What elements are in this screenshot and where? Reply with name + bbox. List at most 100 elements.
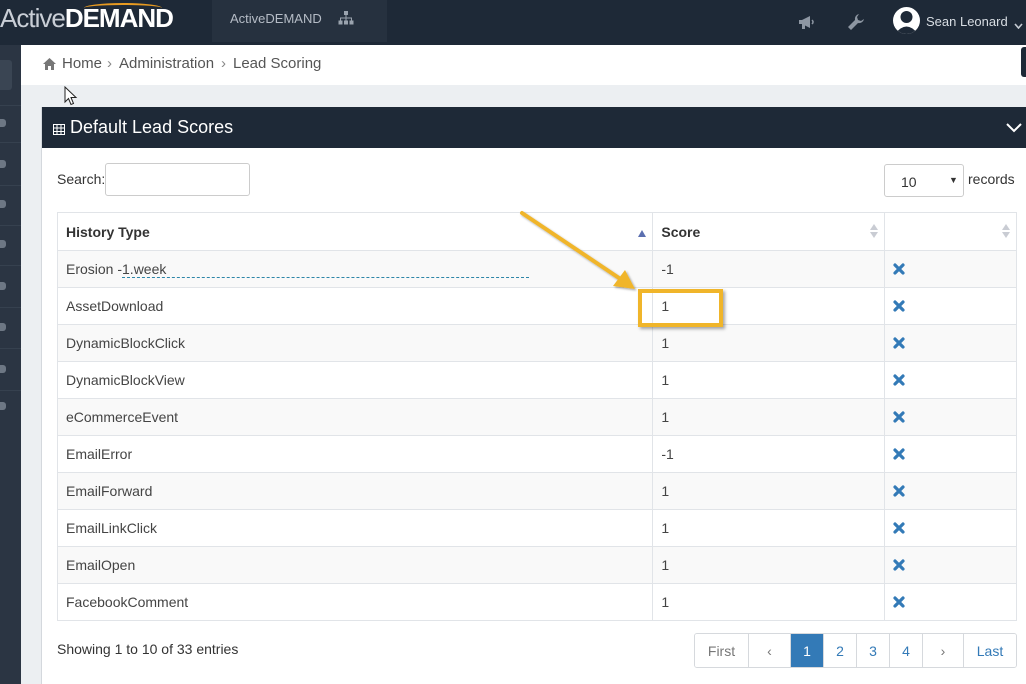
history-type-cell[interactable]: FacebookComment	[56, 583, 654, 621]
search-input[interactable]	[105, 163, 250, 196]
sidebar-item-forms-icon[interactable]	[0, 282, 6, 290]
history-type-text: AssetDownload	[66, 298, 164, 314]
score-cell[interactable]: -1	[652, 250, 886, 288]
breadcrumb-administration[interactable]: Administration	[119, 55, 214, 72]
history-type-cell[interactable]: EmailError	[56, 435, 654, 473]
pagination-page[interactable]: 3	[857, 634, 890, 667]
history-type-cell[interactable]: EmailLinkClick	[56, 509, 654, 547]
logo-swoosh	[84, 3, 162, 13]
sidebar-item-content-icon[interactable]	[0, 240, 6, 248]
delete-x-icon[interactable]	[893, 448, 1016, 460]
delete-cell	[884, 546, 1017, 584]
score-cell[interactable]: 1	[652, 361, 886, 399]
delete-cell	[884, 435, 1017, 473]
sidebar-item-social-icon[interactable]	[0, 323, 6, 331]
delete-cell	[884, 509, 1017, 547]
sidebar	[0, 45, 21, 684]
menu-toggle-icon[interactable]	[0, 60, 12, 90]
delete-x-icon[interactable]	[893, 559, 1016, 571]
score-text: -1	[661, 261, 674, 277]
wrench-icon[interactable]	[847, 13, 865, 34]
sidebar-divider	[0, 105, 21, 106]
table-info: Showing 1 to 10 of 33 entries	[57, 641, 239, 657]
table-row: EmailError -1	[56, 435, 1017, 473]
records-per-page-select[interactable]: 10 ▼	[884, 164, 964, 197]
score-text: 1	[661, 335, 670, 351]
history-type-text: DynamicBlockClick	[66, 335, 186, 351]
home-icon[interactable]	[43, 57, 56, 73]
chevron-down-icon[interactable]	[1006, 120, 1022, 136]
table-row: EmailOpen 1	[56, 546, 1017, 584]
sidebar-item-dashboard-icon[interactable]	[0, 119, 6, 127]
score-cell[interactable]: 1	[652, 583, 886, 621]
right-edge-tab[interactable]	[1021, 47, 1026, 77]
pagination-next[interactable]: ›	[923, 634, 964, 667]
breadcrumb-home[interactable]: Home	[62, 55, 102, 72]
megaphone-icon[interactable]	[797, 13, 817, 34]
history-type-text: EmailOpen	[66, 557, 136, 573]
score-cell[interactable]: 1	[652, 398, 886, 436]
score-text: -1	[661, 446, 674, 462]
delete-cell	[884, 583, 1017, 621]
history-type-text: DynamicBlockView	[66, 372, 185, 388]
user-avatar-icon[interactable]	[893, 7, 920, 34]
history-type-cell[interactable]: eCommerceEvent	[56, 398, 654, 436]
history-type-cell[interactable]: EmailOpen	[56, 546, 654, 584]
delete-x-icon[interactable]	[893, 300, 1016, 312]
delete-cell	[884, 398, 1017, 436]
score-text: 1	[661, 409, 670, 425]
history-type-text: eCommerceEvent	[66, 409, 179, 425]
breadcrumb-separator: ›	[221, 55, 226, 72]
table-grid-icon	[53, 122, 65, 138]
history-type-cell[interactable]: DynamicBlockClick	[56, 324, 654, 362]
score-cell[interactable]: -1	[652, 435, 886, 473]
delete-x-icon[interactable]	[893, 522, 1016, 534]
history-type-cell[interactable]: EmailForward	[56, 472, 654, 510]
pagination: First ‹ 1 2 3 4 › Last	[694, 633, 1017, 668]
delete-x-icon[interactable]	[893, 411, 1016, 423]
activedemand-logo[interactable]: ActiveDEMAND	[0, 3, 174, 37]
table-row: FacebookComment 1	[56, 583, 1017, 621]
sidebar-item-campaigns-icon[interactable]	[0, 200, 6, 208]
pagination-last[interactable]: Last	[964, 634, 1016, 667]
delete-x-icon[interactable]	[893, 485, 1016, 497]
pagination-prev[interactable]: ‹	[749, 634, 791, 667]
delete-x-icon[interactable]	[893, 374, 1016, 386]
pagination-page[interactable]: 4	[890, 634, 923, 667]
panel-header: Default Lead Scores	[42, 107, 1026, 148]
pagination-page[interactable]: 1	[791, 634, 824, 667]
history-type-text: Erosion -1.week	[66, 261, 167, 277]
score-cell[interactable]: 1	[652, 546, 886, 584]
app-switcher[interactable]: ActiveDEMAND	[212, 0, 387, 42]
column-header-score[interactable]: Score	[652, 212, 886, 251]
caret-down-icon[interactable]	[1014, 16, 1023, 32]
pagination-page[interactable]: 2	[824, 634, 857, 667]
score-text: 1	[661, 372, 670, 388]
sidebar-divider	[0, 142, 21, 143]
sidebar-divider	[0, 348, 21, 349]
score-cell[interactable]: 1	[652, 324, 886, 362]
delete-x-icon[interactable]	[893, 596, 1016, 608]
sidebar-item-contacts-icon[interactable]	[0, 160, 6, 168]
score-cell[interactable]: 1	[652, 509, 886, 547]
sidebar-item-settings-icon[interactable]	[0, 402, 6, 410]
breadcrumb: Home › Administration › Lead Scoring	[21, 45, 1026, 85]
pagination-first[interactable]: First	[695, 634, 749, 667]
breadcrumb-lead-scoring: Lead Scoring	[233, 55, 322, 72]
score-text: 1	[661, 483, 670, 499]
sidebar-divider	[0, 265, 21, 266]
history-type-cell[interactable]: DynamicBlockView	[56, 361, 654, 399]
history-type-text: EmailLinkClick	[66, 520, 158, 536]
user-name[interactable]: Sean Leonard	[926, 14, 1008, 29]
records-label: records	[968, 171, 1015, 187]
sidebar-item-reports-icon[interactable]	[0, 365, 6, 373]
history-type-text: FacebookComment	[66, 594, 189, 610]
delete-cell	[884, 250, 1017, 288]
delete-x-icon[interactable]	[893, 263, 1016, 275]
column-header-actions[interactable]	[884, 212, 1017, 251]
delete-x-icon[interactable]	[893, 337, 1016, 349]
app-switcher-label: ActiveDEMAND	[230, 11, 322, 26]
annotation-arrow	[520, 211, 635, 289]
score-cell[interactable]: 1	[652, 472, 886, 510]
search-label: Search:	[57, 171, 106, 187]
